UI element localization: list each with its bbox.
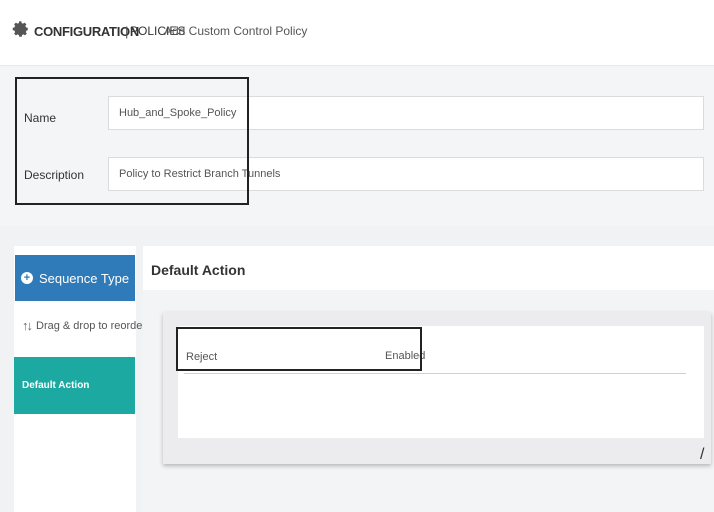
drag-reorder-label: Drag & drop to reorder [36,319,147,332]
page-title: Add Custom Control Policy [164,24,308,38]
sequence-type-button[interactable]: + Sequence Type [15,255,135,301]
breadcrumb-configuration[interactable]: CONFIGURATION [34,24,139,39]
gear-icon [12,21,28,37]
sidebar-item-default-action[interactable]: Default Action [14,357,135,414]
main-title: Default Action [151,262,246,278]
drag-reorder-hint: ↑↓ Drag & drop to reorder [22,318,146,333]
sequence-type-label: Sequence Type [38,270,130,286]
highlight-box-action [176,327,422,371]
breadcrumb-separator: | [125,24,129,39]
plus-icon: + [20,272,33,284]
edit-pencil-icon[interactable]: / [700,446,704,464]
reorder-arrows-icon: ↑↓ [22,318,33,333]
divider [184,373,686,374]
highlight-box-form [15,77,249,205]
page-header: CONFIGURATION | POLICIES Add Custom Cont… [0,0,714,66]
